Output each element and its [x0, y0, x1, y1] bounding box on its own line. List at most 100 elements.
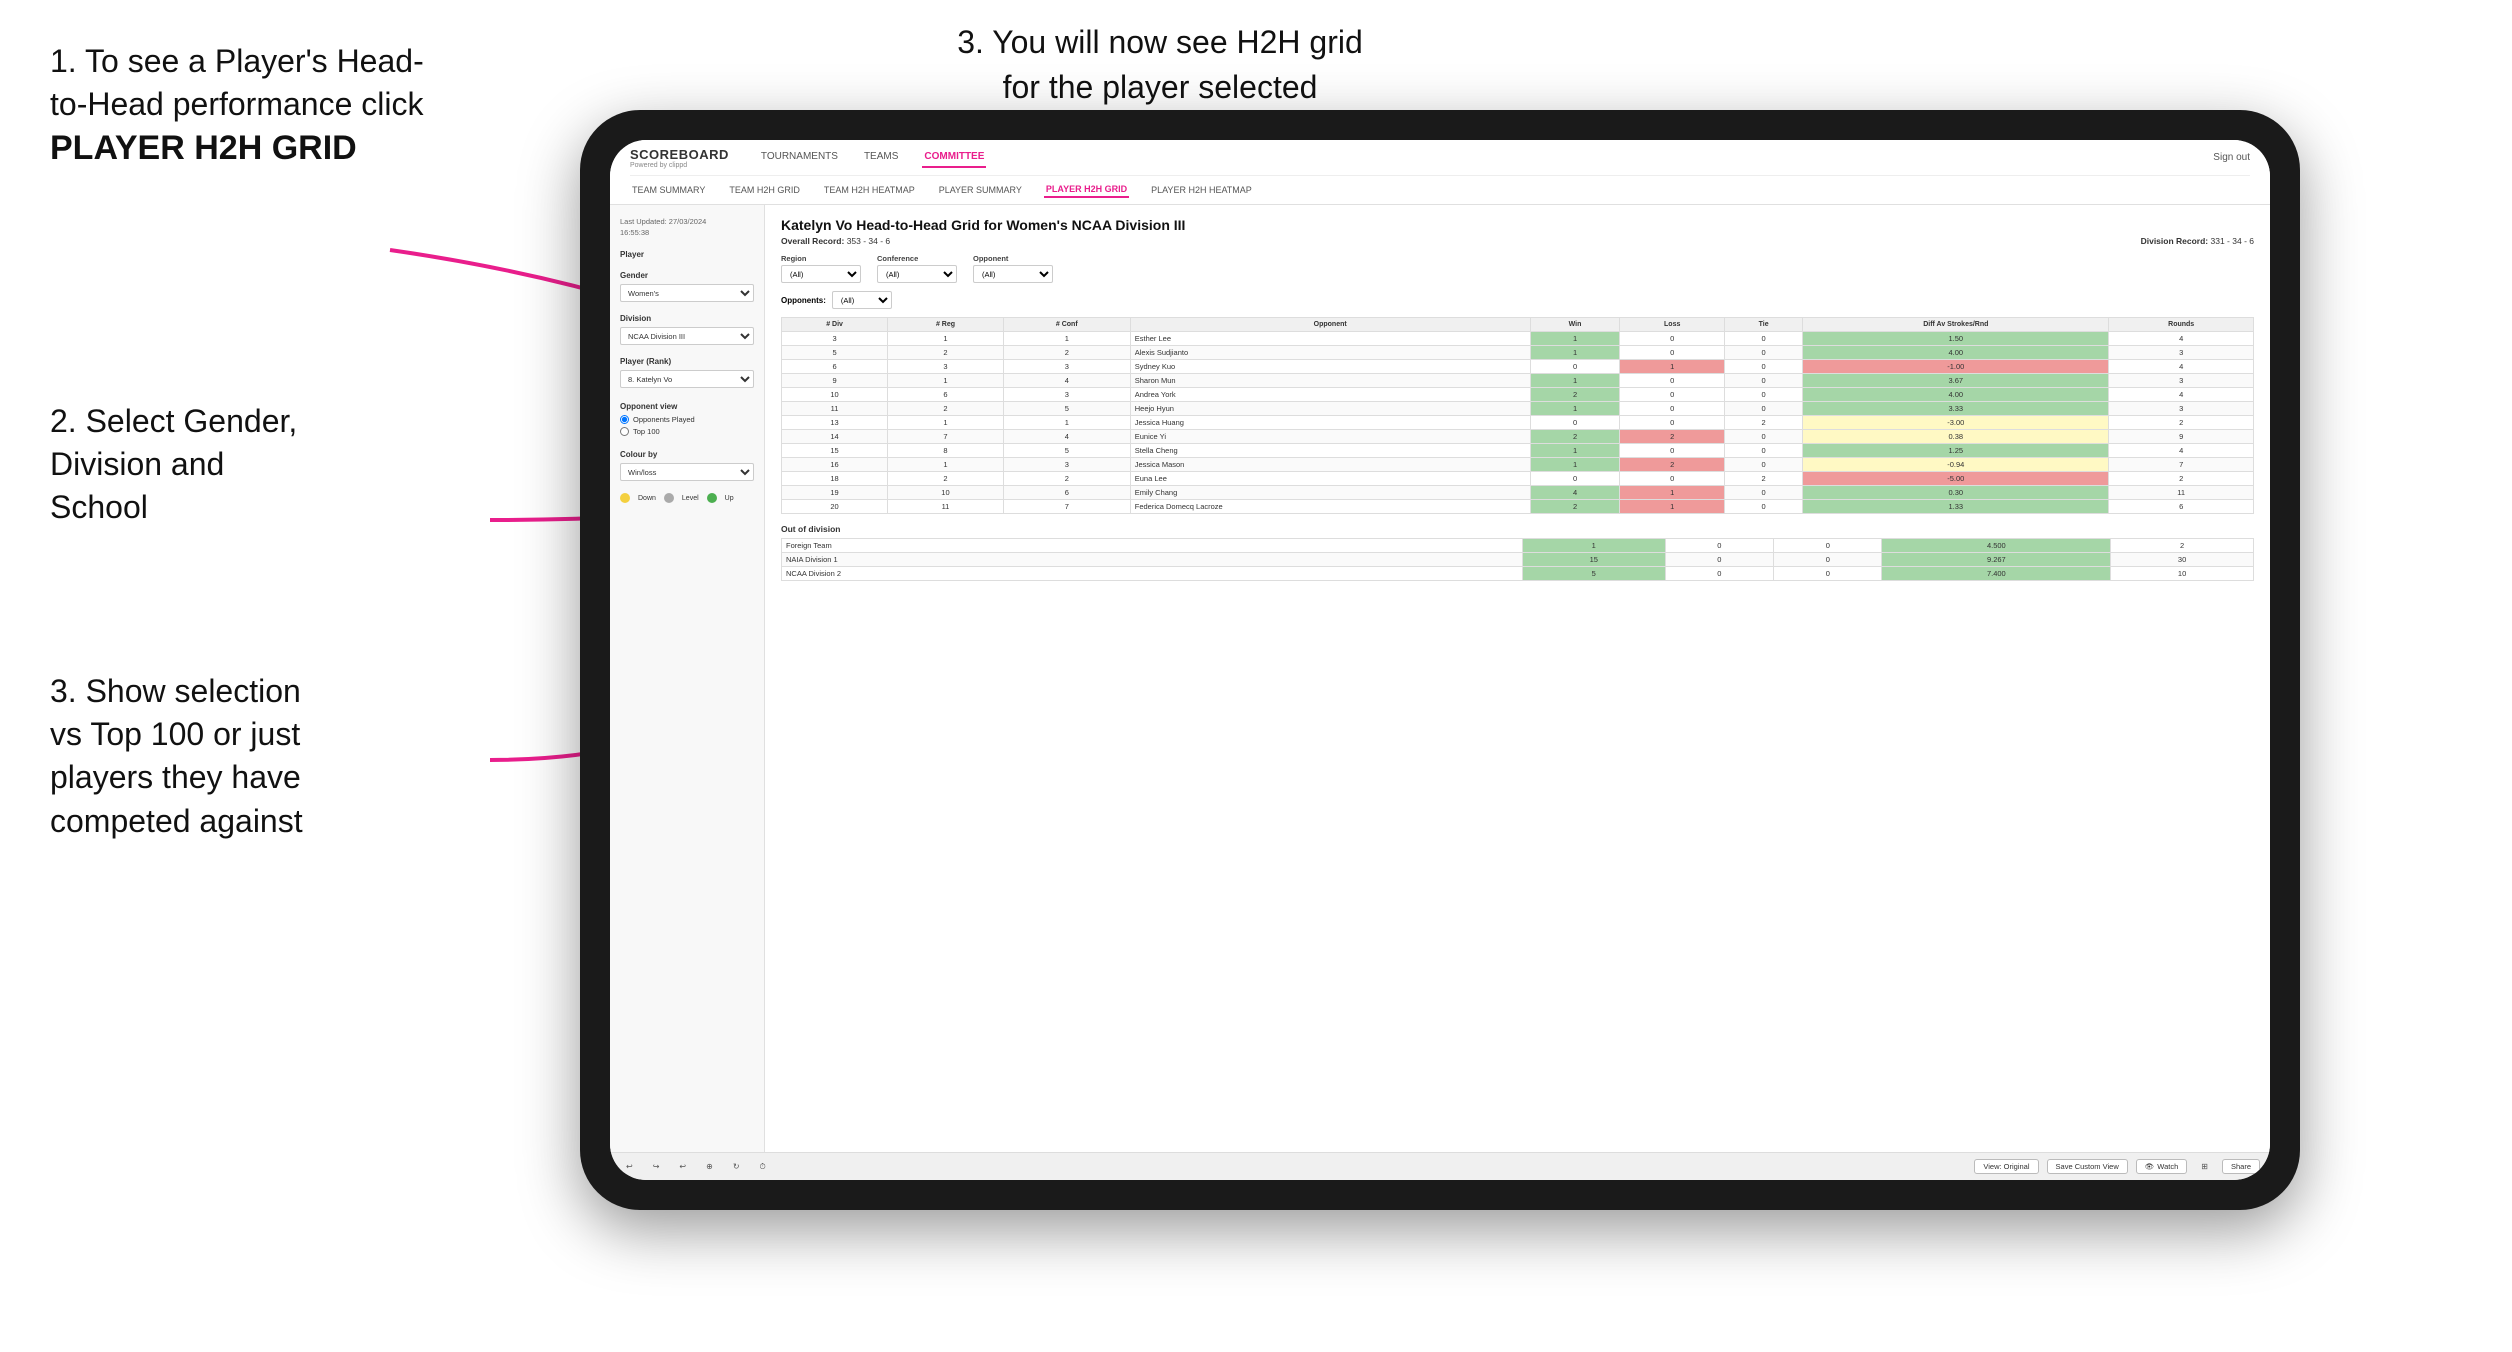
table-row: 3 1 1 Esther Lee 1 0 0 1.50 4 — [782, 332, 2254, 346]
sidebar-division-label: Division — [620, 314, 754, 323]
toolbar-share[interactable]: Share — [2222, 1159, 2260, 1174]
colour-legend: Down Level Up — [620, 493, 754, 503]
sidebar-timestamp: Last Updated: 27/03/202416:55:38 — [620, 217, 754, 238]
overall-record-value: 353 - 34 - 6 — [847, 236, 890, 246]
legend-up-dot — [707, 493, 717, 503]
table-row: NAIA Division 1 15 0 0 9.267 30 — [782, 553, 2254, 567]
sidebar-gender-label: Gender — [620, 271, 754, 280]
subnav-team-h2h-heatmap[interactable]: TEAM H2H HEATMAP — [822, 183, 917, 197]
legend-level-label: Level — [682, 495, 699, 502]
overall-record-label: Overall Record: — [781, 236, 844, 246]
sidebar-opponent-section: Opponent view Opponents Played Top 100 — [620, 402, 754, 436]
sidebar-opponent-label: Opponent view — [620, 402, 754, 411]
toolbar-undo[interactable]: ↩ — [620, 1160, 639, 1173]
filter-opponent-select[interactable]: (All) — [973, 265, 1053, 283]
col-win: Win — [1530, 318, 1620, 332]
division-record: Division Record: 331 - 34 - 6 — [2141, 236, 2254, 246]
table-row: 16 1 3 Jessica Mason 1 2 0 -0.94 7 — [782, 458, 2254, 472]
col-tie: Tie — [1724, 318, 1802, 332]
legend-level-dot — [664, 493, 674, 503]
col-loss: Loss — [1620, 318, 1725, 332]
logo-sub: Powered by clippd — [630, 162, 729, 169]
filter-row: Region (All) Conference (All) — [781, 254, 2254, 283]
radio-top100[interactable]: Top 100 — [620, 427, 754, 436]
sign-out-link[interactable]: Sign out — [2213, 152, 2250, 163]
sidebar-player-section: Player — [620, 250, 754, 259]
sidebar-gender-select[interactable]: Women's — [620, 284, 754, 302]
toolbar-refresh[interactable]: ↻ — [727, 1160, 746, 1173]
filter-conference-select[interactable]: (All) — [877, 265, 957, 283]
filter-region-label: Region — [781, 254, 861, 263]
app-header: SCOREBOARD Powered by clippd TOURNAMENTS… — [610, 140, 2270, 205]
top-nav-items: TOURNAMENTS TEAMS COMMITTEE — [759, 147, 2213, 168]
instruction-step3-left: 3. Show selection vs Top 100 or just pla… — [50, 670, 570, 843]
sidebar-division-section: Division NCAA Division III — [620, 314, 754, 345]
filter-opponent: Opponent (All) — [973, 254, 1053, 283]
tablet-screen: SCOREBOARD Powered by clippd TOURNAMENTS… — [610, 140, 2270, 1180]
main-content: Last Updated: 27/03/202416:55:38 Player … — [610, 205, 2270, 1152]
col-reg: # Reg — [888, 318, 1004, 332]
division-record-label: Division Record: — [2141, 236, 2209, 246]
grid-records: Overall Record: 353 - 34 - 6 Division Re… — [781, 236, 2254, 246]
filter-opponent-label: Opponent — [973, 254, 1053, 263]
tablet-frame: SCOREBOARD Powered by clippd TOURNAMENTS… — [580, 110, 2300, 1210]
instruction-step1: 1. To see a Player's Head- to-Head perfo… — [50, 40, 570, 172]
out-of-division-title: Out of division — [781, 524, 2254, 534]
top-nav: SCOREBOARD Powered by clippd TOURNAMENTS… — [630, 140, 2250, 176]
filter-opponents-row: Opponents: (All) — [781, 291, 2254, 309]
sidebar-player-rank-label: Player (Rank) — [620, 357, 754, 366]
subnav-team-h2h-grid[interactable]: TEAM H2H GRID — [727, 183, 802, 197]
division-record-value: 331 - 34 - 6 — [2211, 236, 2254, 246]
opponents-filter-select[interactable]: (All) — [832, 291, 892, 309]
subnav-team-summary[interactable]: TEAM SUMMARY — [630, 183, 707, 197]
logo-area: SCOREBOARD Powered by clippd — [630, 147, 729, 169]
overall-record: Overall Record: 353 - 34 - 6 — [781, 236, 890, 246]
sidebar-player-rank-select[interactable]: 8. Katelyn Vo — [620, 370, 754, 388]
sidebar-radio-group: Opponents Played Top 100 — [620, 415, 754, 436]
col-diff: Diff Av Strokes/Rnd — [1803, 318, 2109, 332]
sidebar-colour-section: Colour by Win/loss — [620, 450, 754, 481]
sidebar-colour-select[interactable]: Win/loss — [620, 463, 754, 481]
sidebar-player-label: Player — [620, 250, 754, 259]
logo-text: SCOREBOARD — [630, 147, 729, 162]
sidebar: Last Updated: 27/03/202416:55:38 Player … — [610, 205, 765, 1152]
toolbar-grid[interactable]: ⊞ — [2195, 1160, 2214, 1173]
table-row: 6 3 3 Sydney Kuo 0 1 0 -1.00 4 — [782, 360, 2254, 374]
table-row: 13 1 1 Jessica Huang 0 0 2 -3.00 2 — [782, 416, 2254, 430]
toolbar-save-custom[interactable]: Save Custom View — [2047, 1159, 2128, 1174]
toolbar-forward[interactable]: ⊕ — [700, 1160, 719, 1173]
toolbar-clock[interactable]: ⏱ — [754, 1160, 772, 1174]
instruction-step3-top: 3. You will now see H2H grid for the pla… — [900, 20, 1420, 110]
table-row: NCAA Division 2 5 0 0 7.400 10 — [782, 567, 2254, 581]
table-row: 9 1 4 Sharon Mun 1 0 0 3.67 3 — [782, 374, 2254, 388]
filter-region-select[interactable]: (All) — [781, 265, 861, 283]
table-row: 10 6 3 Andrea York 2 0 0 4.00 4 — [782, 388, 2254, 402]
subnav-player-h2h-heatmap[interactable]: PLAYER H2H HEATMAP — [1149, 183, 1254, 197]
col-rounds: Rounds — [2109, 318, 2254, 332]
table-row: 18 2 2 Euna Lee 0 0 2 -5.00 2 — [782, 472, 2254, 486]
toolbar-watch[interactable]: 👁 Watch — [2136, 1159, 2188, 1174]
sidebar-gender-section: Gender Women's — [620, 271, 754, 302]
nav-tournaments[interactable]: TOURNAMENTS — [759, 147, 840, 168]
col-div: # Div — [782, 318, 888, 332]
instruction-step2: 2. Select Gender, Division and School — [50, 400, 570, 530]
opponents-label: Opponents: — [781, 296, 826, 305]
nav-committee[interactable]: COMMITTEE — [922, 147, 986, 168]
sidebar-player-rank-section: Player (Rank) 8. Katelyn Vo — [620, 357, 754, 388]
toolbar-view-original[interactable]: View: Original — [1974, 1159, 2038, 1174]
toolbar-back[interactable]: ↩ — [673, 1160, 692, 1173]
sidebar-division-select[interactable]: NCAA Division III — [620, 327, 754, 345]
toolbar-redo[interactable]: ↪ — [647, 1160, 666, 1173]
col-conf: # Conf — [1003, 318, 1130, 332]
instruction-bold: PLAYER H2H GRID — [50, 129, 357, 167]
data-table: # Div # Reg # Conf Opponent Win Loss Tie… — [781, 317, 2254, 514]
grid-area: Katelyn Vo Head-to-Head Grid for Women's… — [765, 205, 2270, 1152]
nav-teams[interactable]: TEAMS — [862, 147, 900, 168]
subnav-player-h2h-grid[interactable]: PLAYER H2H GRID — [1044, 182, 1129, 198]
filter-region: Region (All) — [781, 254, 861, 283]
subnav-player-summary[interactable]: PLAYER SUMMARY — [937, 183, 1024, 197]
out-of-division-section: Out of division Foreign Team 1 0 0 4.500… — [781, 524, 2254, 581]
sidebar-colour-label: Colour by — [620, 450, 754, 459]
table-row: 19 10 6 Emily Chang 4 1 0 0.30 11 — [782, 486, 2254, 500]
radio-opponents-played[interactable]: Opponents Played — [620, 415, 754, 424]
